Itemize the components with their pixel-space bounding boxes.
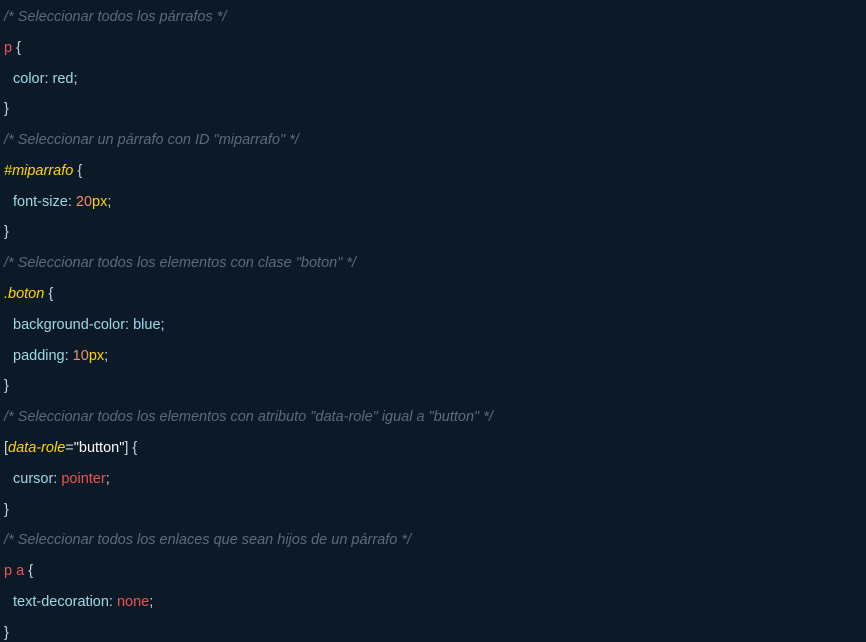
brace-close: }: [4, 625, 9, 641]
brace-open: {: [44, 286, 54, 302]
code-selector-line: .boton {: [4, 284, 53, 304]
selector-tag: p: [4, 40, 13, 56]
semicolon: ;: [149, 594, 154, 610]
semicolon: ;: [73, 71, 78, 87]
number-value: 10: [72, 348, 89, 364]
unit: px: [92, 194, 108, 210]
semicolon: ;: [104, 348, 109, 364]
property-value: none: [116, 594, 150, 610]
code-declaration: font-size: 20px;: [4, 192, 111, 212]
brace-open: {: [128, 440, 138, 456]
code-comment: /* Seleccionar todos los elementos con a…: [4, 409, 493, 425]
selector-id: #miparrafo: [4, 163, 74, 179]
selector-tag: p a: [4, 563, 25, 579]
property-name: background-color: [13, 317, 126, 333]
code-selector-line: [data-role="button"] {: [4, 438, 137, 458]
property-value: pointer: [61, 471, 106, 487]
semicolon: ;: [105, 471, 110, 487]
number-value: 20: [75, 194, 93, 210]
code-editor[interactable]: /* Seleccionar todos los párrafos */ p {…: [0, 0, 866, 642]
semicolon: ;: [160, 317, 165, 333]
code-comment: /* Seleccionar todos los elementos con c…: [4, 255, 357, 271]
code-declaration: color: red;: [4, 69, 78, 89]
code-comment: /* Seleccionar un párrafo con ID "miparr…: [4, 132, 299, 148]
attribute-value: "button": [73, 440, 125, 456]
selector-attribute: data-role: [8, 440, 66, 456]
code-declaration: text-decoration: none;: [4, 592, 153, 612]
code-declaration: background-color: blue;: [4, 315, 165, 335]
brace-close: }: [4, 101, 9, 117]
brace-open: {: [73, 163, 83, 179]
code-comment: /* Seleccionar todos los enlaces que sea…: [4, 532, 412, 548]
code-declaration: cursor: pointer;: [4, 469, 110, 489]
brace-close: }: [4, 502, 9, 518]
code-selector-line: p {: [4, 38, 21, 58]
colon: :: [44, 71, 53, 87]
property-name: padding: [13, 348, 65, 364]
colon: :: [67, 194, 76, 210]
semicolon: ;: [107, 194, 112, 210]
code-selector-line: p a {: [4, 561, 33, 581]
property-name: text-decoration: [13, 594, 109, 610]
property-name: font-size: [13, 194, 68, 210]
brace-close: }: [4, 224, 9, 240]
property-value: blue: [133, 317, 161, 333]
code-selector-line: #miparrafo {: [4, 161, 82, 181]
brace-close: }: [4, 378, 9, 394]
colon: :: [64, 348, 73, 364]
unit: px: [88, 348, 105, 364]
property-name: cursor: [13, 471, 54, 487]
colon: :: [125, 317, 134, 333]
property-value: red: [52, 71, 74, 87]
attribute-operator: =: [65, 440, 74, 456]
code-comment: /* Seleccionar todos los párrafos */: [4, 9, 227, 25]
property-name: color: [13, 71, 45, 87]
code-declaration: padding: 10px;: [4, 346, 108, 366]
selector-class: .boton: [4, 286, 45, 302]
colon: :: [108, 594, 117, 610]
brace-open: {: [12, 40, 21, 56]
brace-open: {: [24, 563, 34, 579]
